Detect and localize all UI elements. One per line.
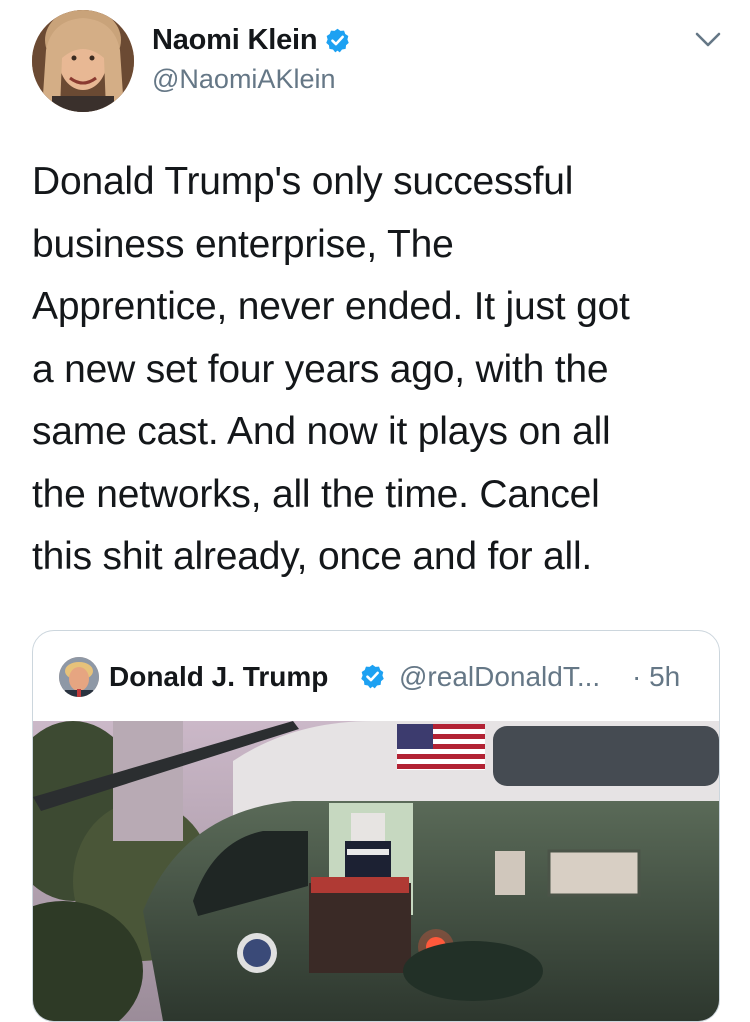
tweet-text-line: same cast. And now it plays on all	[32, 410, 611, 453]
tweet-text-line: business enterprise, The	[32, 222, 454, 266]
quoted-tweet-time: · 5h	[632, 661, 681, 692]
quoted-tweet-header: Donald J. Trump @realDonaldT... · 5h	[33, 631, 719, 721]
tweet-text-line: this shit already, once and for all.	[32, 535, 593, 578]
author-avatar[interactable]	[32, 10, 134, 112]
quoted-author-handle: @realDonaldT...	[399, 661, 601, 692]
tweet-text-line: Apprentice, never ended. It just got	[32, 285, 630, 328]
quoted-author-name: Donald J. Trump	[109, 661, 329, 692]
tweet-text-line: Donald Trump's only successful	[32, 160, 574, 203]
tweet-text-line: a new set four years ago, with the	[32, 347, 609, 391]
quoted-author-avatar	[59, 657, 99, 697]
tweet-text-line: the networks, all the time. Cancel	[32, 472, 600, 516]
quoted-tweet-card[interactable]: Donald J. Trump @realDonaldT... · 5h	[32, 630, 720, 1022]
verified-badge-icon	[361, 664, 384, 689]
chevron-down-icon[interactable]	[694, 30, 722, 50]
author-name-row: Naomi Klein	[152, 24, 351, 57]
helicopter-photo	[33, 721, 719, 1021]
quoted-tweet-media[interactable]	[33, 721, 719, 1021]
tweet-body: Donald Trump's only successful business …	[32, 151, 722, 589]
verified-badge-icon	[326, 28, 350, 53]
author-name[interactable]: Naomi Klein	[152, 24, 318, 57]
author-handle[interactable]: @NaomiAKlein	[152, 64, 335, 95]
tweet-header: Naomi Klein @NaomiAKlein	[0, 0, 750, 120]
